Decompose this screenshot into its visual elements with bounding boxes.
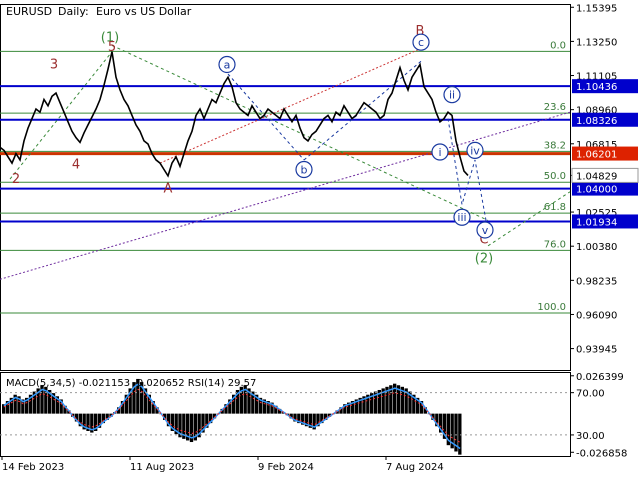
fib-level-label: 61.8 <box>544 202 566 213</box>
price-tick-label: 1.15395 <box>576 3 617 14</box>
wave-label: 5 <box>108 40 116 55</box>
wave-label: ii <box>449 89 455 102</box>
time-tick-label: 14 Feb 2023 <box>2 462 64 473</box>
wave-label: c <box>418 36 424 49</box>
fib-level-label: 23.6 <box>544 102 566 113</box>
chart-timeframe: Daily: <box>58 5 89 18</box>
wave-label: 2 <box>12 172 20 187</box>
price-level-tag-label: 1.04000 <box>576 185 617 196</box>
macd-tick-label: 0.026399 <box>576 372 624 383</box>
fib-level-label: 100.0 <box>537 302 566 313</box>
indicator-label: MACD(5,34,5) -0.021153 -0.020652 RSI(14)… <box>6 378 256 389</box>
wave-label: v <box>482 224 489 237</box>
chart-svg: 1.153951.132501.111051.089601.068151.048… <box>0 0 640 480</box>
macd-tick-label: 70.00 <box>576 389 605 400</box>
price-tick-label: 1.13250 <box>576 37 617 48</box>
price-level-tag-label: 1.08326 <box>576 116 617 127</box>
fib-level-label: 38.2 <box>544 140 566 151</box>
price-level-tag-label: 1.10436 <box>576 82 617 93</box>
time-tick-label: 7 Aug 2024 <box>386 462 444 473</box>
fib-level-label: 76.0 <box>544 239 566 250</box>
price-tick-label: 1.00380 <box>576 242 617 253</box>
time-tick-label: 9 Feb 2024 <box>258 462 314 473</box>
time-tick-label: 11 Aug 2023 <box>130 462 194 473</box>
macd-tick-label: -0.026858 <box>576 448 627 459</box>
fib-level-label: 50.0 <box>544 171 566 182</box>
current-price-label: 1.04829 <box>576 171 617 182</box>
wave-label: (2) <box>475 252 493 267</box>
chart-description: Euro vs US Dollar <box>96 5 192 18</box>
fib-level-label: 0.0 <box>550 40 566 51</box>
wave-label: 4 <box>72 158 80 173</box>
wave-label: A <box>164 182 173 197</box>
wave-label: iv <box>470 144 480 157</box>
price-tick-label: 0.98235 <box>576 276 617 287</box>
chart-symbol: EURUSD <box>6 5 52 18</box>
price-tick-label: 0.96090 <box>576 310 617 321</box>
price-level-tag-label: 1.06201 <box>576 150 617 161</box>
wave-label: b <box>301 163 308 176</box>
macd-tick-label: 30.00 <box>576 431 605 442</box>
price-level-tag-label: 1.01934 <box>576 217 617 228</box>
wave-label: i <box>438 146 441 159</box>
price-tick-label: 0.93945 <box>576 345 617 356</box>
wave-label: 3 <box>50 57 58 72</box>
wave-label: a <box>224 58 231 71</box>
wave-label: iii <box>457 211 466 224</box>
